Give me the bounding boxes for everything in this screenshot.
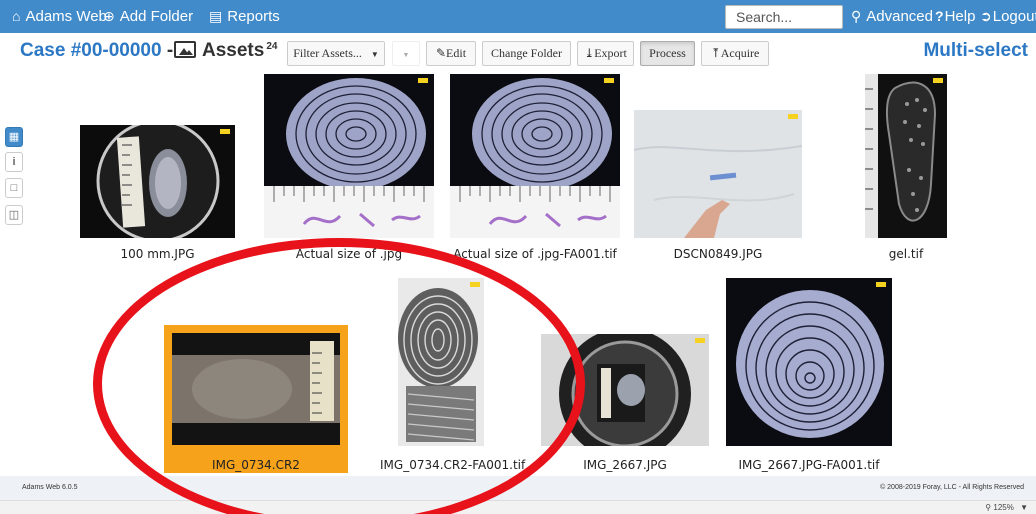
- reports-link[interactable]: ▤ Reports: [209, 7, 280, 26]
- asset-name[interactable]: Actual size of .jpg-FA001.tif: [450, 247, 620, 261]
- caret-down-icon: ▼: [370, 50, 379, 59]
- search-icon: ⚲: [851, 8, 862, 24]
- asset-name[interactable]: 100 mm.JPG: [80, 247, 235, 261]
- asset-thumbnail[interactable]: [450, 74, 620, 238]
- pencil-icon: ✎: [435, 46, 447, 60]
- asset-thumbnail[interactable]: [264, 74, 434, 238]
- asset-name[interactable]: IMG_0734.CR2-FA001.tif: [380, 458, 525, 472]
- question-icon: ?: [935, 8, 944, 24]
- picture-icon: [174, 41, 196, 58]
- info-icon: i: [12, 156, 16, 168]
- caret-down-icon: ▼: [1020, 503, 1028, 512]
- add-folder-link[interactable]: ⊕ Add Folder: [103, 7, 193, 26]
- download-icon: ⤓: [584, 46, 595, 60]
- advanced-search-link[interactable]: ⚲ Advanced: [851, 7, 933, 26]
- asset-name[interactable]: IMG_2667.JPG: [541, 458, 709, 472]
- secondary-dropdown[interactable]: ▼: [392, 41, 420, 66]
- grid-view-icon: ▦: [8, 131, 20, 143]
- filter-assets-dropdown[interactable]: Filter Assets... ▼: [287, 41, 385, 66]
- assets-label: Assets: [202, 40, 265, 61]
- title-separator: -: [166, 40, 174, 61]
- bar-chart-icon: ▤: [209, 8, 223, 24]
- reports-label: Reports: [227, 8, 280, 25]
- plus-circle-icon: ⊕: [103, 8, 115, 24]
- asset-thumbnail[interactable]: [634, 110, 802, 238]
- export-label: Export: [594, 46, 627, 60]
- asset-thumbnail[interactable]: [865, 74, 947, 238]
- magnifier-icon: ⚲: [985, 503, 992, 512]
- case-number: Case #00-00000: [20, 40, 162, 61]
- home-link[interactable]: ⌂ Adams Web: [12, 7, 107, 26]
- edit-label: Edit: [446, 46, 467, 60]
- search-input[interactable]: Search...: [725, 5, 843, 29]
- help-link[interactable]: ?Help: [935, 7, 975, 26]
- asset-thumbnail[interactable]: [398, 278, 484, 446]
- asset-name[interactable]: DSCN0849.JPG: [634, 247, 802, 261]
- asset-thumbnail[interactable]: [541, 334, 709, 446]
- top-nav-bar: ⌂ Adams Web ⊕ Add Folder ▤ Reports Search..…: [0, 0, 1036, 33]
- asset-thumbnail[interactable]: [80, 125, 235, 238]
- compare-icon: ◫: [8, 209, 20, 221]
- asset-name[interactable]: IMG_0734.CR2: [172, 458, 340, 472]
- asset-name[interactable]: gel.tif: [865, 247, 947, 261]
- footer: Adams Web 6.0.5 © 2008-2019 Foray, LLC -…: [0, 476, 1036, 500]
- compare-view-button[interactable]: ◫: [5, 205, 23, 225]
- home-icon: ⌂: [12, 8, 21, 24]
- asset-thumbnail[interactable]: [172, 333, 340, 445]
- logout-label: Logout: [992, 8, 1036, 25]
- version-text: Adams Web 6.0.5: [22, 484, 78, 491]
- multi-select-link[interactable]: Multi-select: [923, 40, 1028, 62]
- zoom-level: 125%: [993, 503, 1014, 512]
- caret-down-icon: ▼: [402, 51, 410, 59]
- status-bar: ⚲ 125% ▼: [0, 500, 1036, 514]
- help-label: Help: [944, 8, 976, 25]
- asset-thumbnail[interactable]: [726, 278, 892, 446]
- process-button[interactable]: Process: [640, 41, 695, 66]
- info-button[interactable]: i: [5, 152, 23, 172]
- asset-name[interactable]: IMG_2667.JPG-FA001.tif: [726, 458, 892, 472]
- edit-button[interactable]: ✎Edit: [426, 41, 476, 66]
- assets-count: 24: [266, 40, 278, 52]
- case-title[interactable]: Case #00-00000 -: [20, 40, 173, 62]
- copyright-text: © 2008-2019 Foray, LLC - All Rights Rese…: [880, 484, 1024, 491]
- acquire-button[interactable]: ⤒Acquire: [701, 41, 769, 66]
- zoom-control[interactable]: ⚲ 125% ▼: [985, 503, 1028, 512]
- logout-icon: ➲: [980, 8, 992, 24]
- logout-link[interactable]: ➲Logout: [980, 7, 1036, 26]
- export-button[interactable]: ⤓Export: [577, 41, 634, 66]
- home-label: Adams Web: [25, 8, 107, 25]
- asset-name[interactable]: Actual size of .jpg: [264, 247, 434, 261]
- grid-view-button[interactable]: ▦: [5, 127, 23, 147]
- add-folder-label: Add Folder: [119, 8, 194, 25]
- filter-label: Filter Assets...: [293, 46, 362, 60]
- square-icon: □: [10, 182, 18, 194]
- advanced-label: Advanced: [866, 8, 933, 25]
- acquire-label: Acquire: [720, 46, 760, 60]
- assets-title: Assets 24: [174, 40, 277, 62]
- change-folder-button[interactable]: Change Folder: [482, 41, 571, 66]
- upload-icon: ⤒: [710, 46, 721, 60]
- single-view-button[interactable]: □: [5, 178, 23, 198]
